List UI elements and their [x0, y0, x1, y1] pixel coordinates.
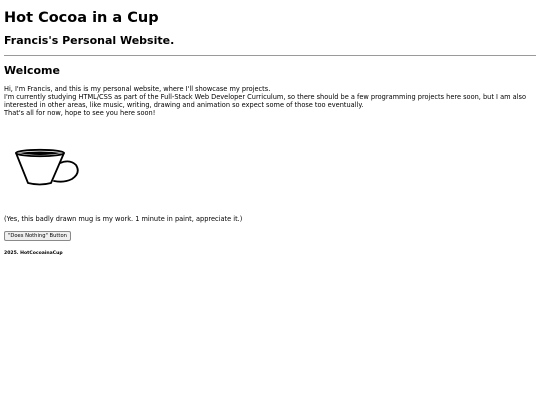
intro-line: Hi, I'm Francis, and this is my personal… — [4, 85, 271, 93]
image-caption: (Yes, this badly drawn mug is my work. 1… — [4, 215, 243, 223]
site-subtitle: Francis's Personal Website. — [4, 34, 175, 47]
does-nothing-button[interactable]: "Does Nothing" Button — [4, 231, 71, 241]
footer-text: 2025. HotCocoainaCup — [4, 251, 63, 256]
intro-line: That's all for now, hope to see you here… — [4, 109, 156, 118]
mug-drawing — [15, 148, 79, 186]
intro-line: I'm currently studying HTML/CSS as part … — [4, 93, 526, 110]
welcome-heading: Welcome — [4, 64, 60, 77]
intro-text: Hi, I'm Francis, and this is my personal… — [4, 85, 536, 117]
page: Hot Cocoa in a Cup Francis's Personal We… — [0, 0, 540, 405]
site-title: Hot Cocoa in a Cup — [4, 10, 159, 26]
header-divider — [4, 55, 536, 56]
